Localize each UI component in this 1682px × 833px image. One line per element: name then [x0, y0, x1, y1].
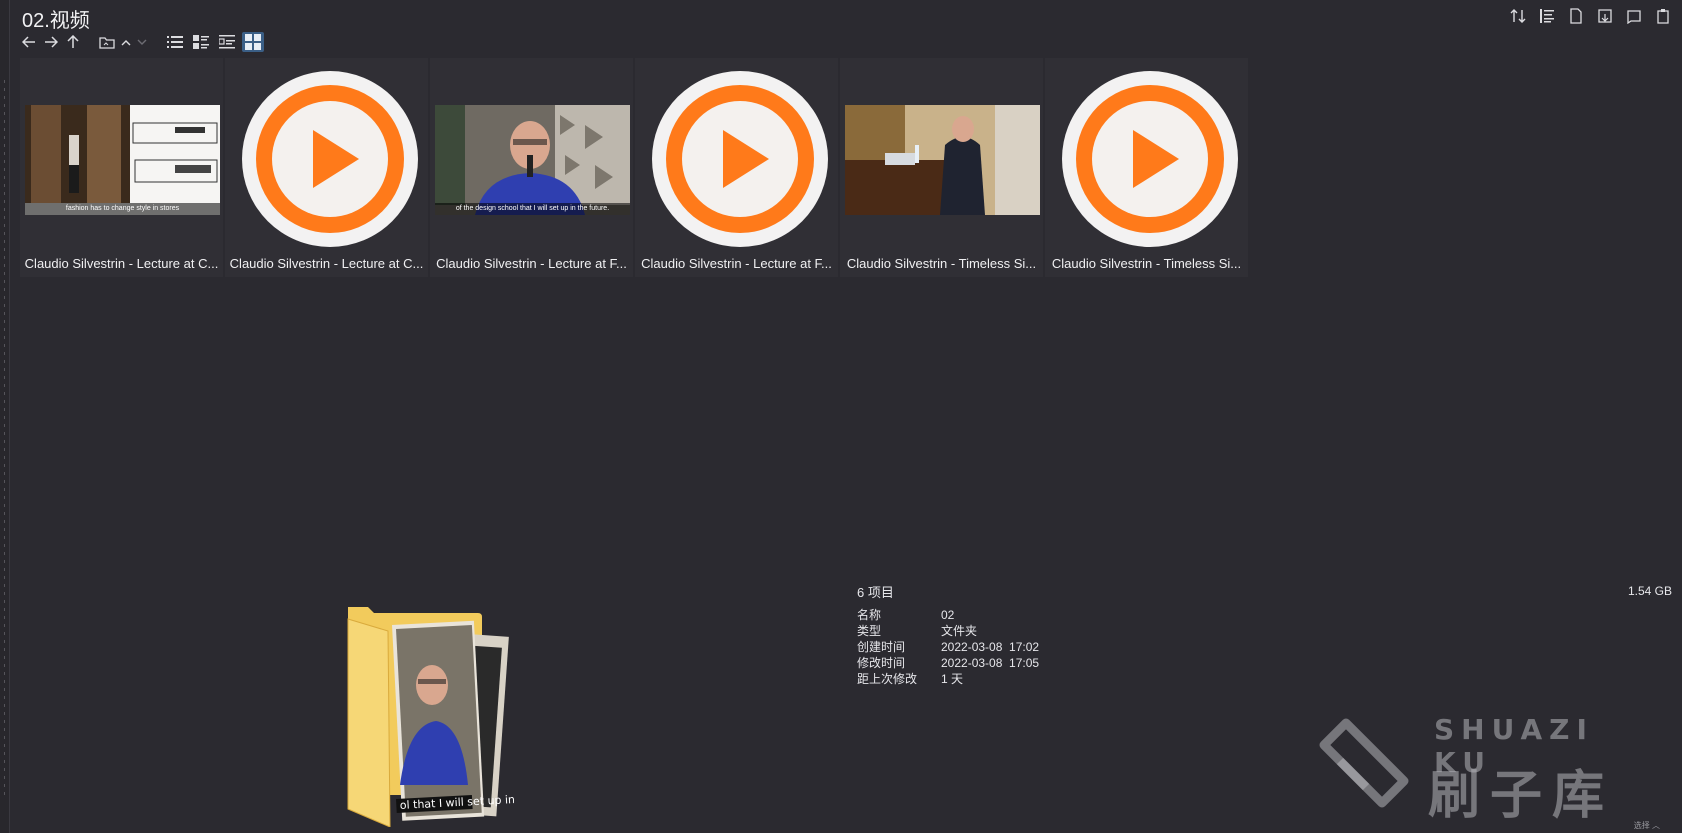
chevron-up-button[interactable] — [120, 33, 132, 51]
watermark: SHUAZI KU 刷子库 — [1316, 713, 1646, 826]
tree-list-icon — [1540, 9, 1554, 23]
video-subtitle: fashion has to change style in stores — [25, 203, 220, 215]
watermark-cjk: 刷子库 — [1428, 766, 1615, 826]
brush-logo-icon — [1319, 718, 1409, 808]
media-player-icon — [652, 71, 828, 247]
property-row: 类型 文件夹 — [857, 624, 978, 638]
page-title: 02.视频 — [22, 10, 90, 32]
details-view-icon — [193, 35, 209, 49]
thumbnails-view-icon — [245, 34, 261, 50]
view-list-button[interactable] — [164, 32, 186, 52]
top-right-toolbar — [1509, 7, 1672, 25]
item-count: 6 项目 — [857, 585, 894, 600]
property-row: 名称 02 — [857, 608, 955, 622]
video-thumbnail: of the design school that I will set up … — [435, 105, 630, 215]
new-file-button[interactable] — [1567, 7, 1585, 25]
left-pane-edge[interactable] — [0, 0, 10, 833]
clipboard-icon — [1657, 9, 1669, 24]
up-button[interactable] — [64, 33, 82, 51]
tree-view-button[interactable] — [1538, 7, 1556, 25]
tiles-view-icon — [219, 35, 235, 49]
file-tile[interactable]: Claudio Silvestrin - Timeless Si... — [840, 58, 1043, 277]
file-tile[interactable]: Claudio Silvestrin - Lecture at F... — [635, 58, 838, 277]
preview-pane-button[interactable] — [1596, 7, 1614, 25]
folder-outline-icon — [99, 36, 115, 49]
chevron-down-icon — [137, 39, 147, 45]
window-button[interactable] — [1625, 7, 1643, 25]
list-view-icon — [167, 36, 183, 48]
pane-icon — [1598, 9, 1612, 23]
arrow-right-icon — [45, 36, 58, 48]
view-details-button[interactable] — [190, 32, 212, 52]
video-subtitle: of the design school that I will set up … — [435, 203, 630, 215]
video-thumbnail — [845, 105, 1040, 215]
navigation-toolbar — [20, 32, 264, 52]
total-size: 1.54 GB — [1627, 584, 1672, 598]
media-player-icon — [1062, 71, 1238, 247]
sort-button[interactable] — [1509, 7, 1527, 25]
forward-button[interactable] — [42, 33, 60, 51]
window-icon — [1627, 10, 1641, 24]
document-icon — [1570, 8, 1582, 24]
file-name: Claudio Silvestrin - Lecture at F... — [641, 256, 832, 271]
file-tile[interactable]: Claudio Silvestrin - Lecture at C... — [225, 58, 428, 277]
folder-preview-icon: ol that I will set up in th — [347, 607, 514, 827]
corner-text[interactable]: 选择 ︿ — [1634, 820, 1660, 831]
arrow-up-icon — [67, 35, 79, 48]
file-tile[interactable]: fashion has to change style in stores Cl… — [20, 58, 223, 277]
file-name: Claudio Silvestrin - Timeless Si... — [846, 256, 1037, 271]
file-name: Claudio Silvestrin - Timeless Si... — [1051, 256, 1242, 271]
resize-handle[interactable] — [4, 80, 5, 800]
view-thumbnails-button[interactable] — [242, 32, 264, 52]
video-thumbnail: fashion has to change style in stores — [25, 105, 220, 215]
file-grid: fashion has to change style in stores Cl… — [20, 58, 1250, 277]
folder-location-button[interactable] — [98, 33, 116, 51]
property-row: 修改时间 2022-03-08 17:05 — [857, 656, 1040, 670]
chevron-down-button[interactable] — [136, 33, 148, 51]
file-name: Claudio Silvestrin - Lecture at C... — [229, 256, 424, 271]
file-tile[interactable]: Claudio Silvestrin - Timeless Si... — [1045, 58, 1248, 277]
file-tile[interactable]: of the design school that I will set up … — [430, 58, 633, 277]
arrow-left-icon — [22, 36, 35, 48]
property-row: 创建时间 2022-03-08 17:02 — [857, 640, 1040, 654]
file-name: Claudio Silvestrin - Lecture at F... — [436, 256, 627, 271]
sort-icon — [1510, 9, 1526, 23]
chevron-up-icon — [121, 39, 131, 45]
media-player-icon — [242, 71, 418, 247]
file-name: Claudio Silvestrin - Lecture at C... — [24, 256, 219, 271]
property-row: 距上次修改 1 天 — [857, 672, 964, 686]
back-button[interactable] — [20, 33, 38, 51]
view-tiles-button[interactable] — [216, 32, 238, 52]
clipboard-button[interactable] — [1654, 7, 1672, 25]
